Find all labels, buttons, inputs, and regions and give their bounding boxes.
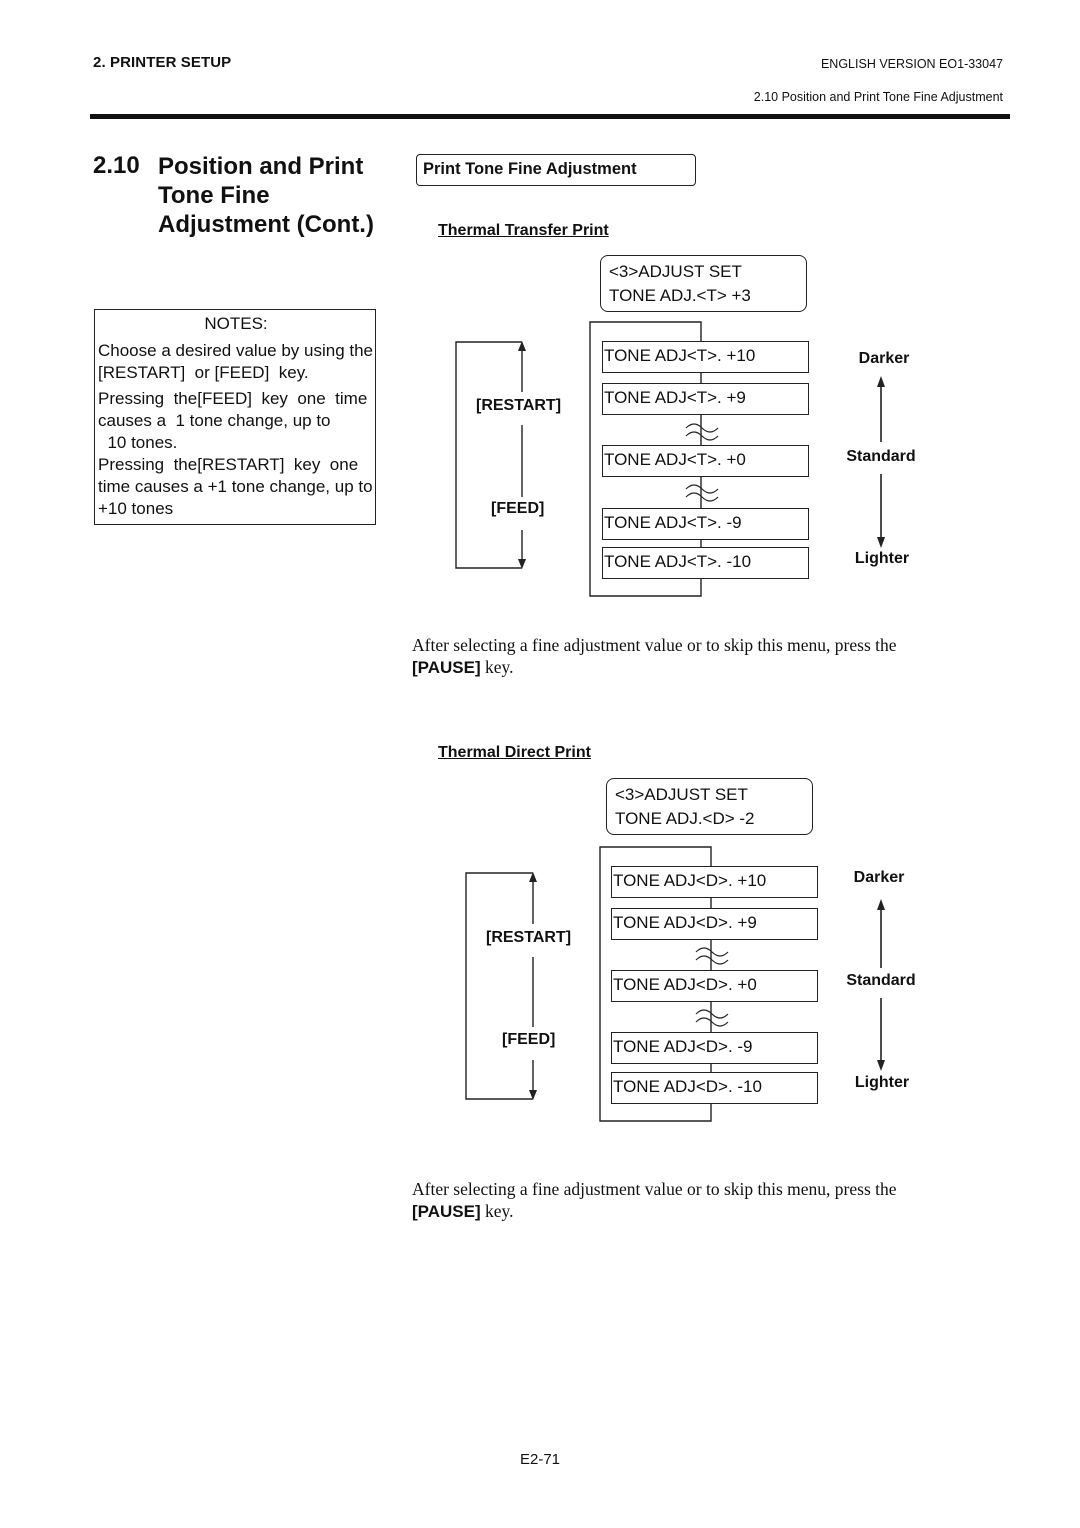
- scale-label-standard: Standard: [846, 972, 916, 989]
- key-loop-transfer: [455, 341, 523, 569]
- scale-label-lighter: Lighter: [854, 550, 910, 567]
- tone-value-box: TONE ADJ<T>. -9: [602, 508, 809, 540]
- arrow-down-icon: [877, 537, 885, 548]
- diagram-lines: [455, 321, 885, 1122]
- arrow-down-icon: [877, 1060, 885, 1071]
- tone-value-box: TONE ADJ<D>. +10: [611, 866, 818, 898]
- tone-value-box: TONE ADJ<D>. -9: [611, 1032, 818, 1064]
- scale-label-darker: Darker: [853, 869, 905, 886]
- instruction-tail: key.: [480, 657, 514, 677]
- lcd-line: <3>ADJUST SET: [615, 785, 748, 804]
- scale-label-lighter: Lighter: [854, 1074, 910, 1091]
- instruction-paragraph: After selecting a fine adjustment value …: [412, 634, 1003, 679]
- tone-value-box: TONE ADJ<T>. +0: [602, 445, 809, 477]
- lcd-line: TONE ADJ.<D> -2: [615, 809, 755, 828]
- tone-value-box: TONE ADJ<D>. +0: [611, 970, 818, 1002]
- scale-label-standard: Standard: [846, 448, 916, 465]
- instruction-paragraph: After selecting a fine adjustment value …: [412, 1178, 1003, 1223]
- arrow-up-icon: [877, 899, 885, 910]
- restart-key-label: [RESTART]: [476, 395, 562, 417]
- tone-value-box: TONE ADJ<D>. -10: [611, 1072, 818, 1104]
- instruction-tail: key.: [480, 1201, 514, 1221]
- tone-value-box: TONE ADJ<D>. +9: [611, 908, 818, 940]
- tone-value-box: TONE ADJ<T>. +9: [602, 383, 809, 415]
- lcd-display-direct: <3>ADJUST SET TONE ADJ.<D> -2: [606, 778, 813, 835]
- diagram-heading-direct: Thermal Direct Print: [438, 744, 591, 761]
- scale-label-darker: Darker: [858, 350, 910, 367]
- tone-value-box: TONE ADJ<T>. -10: [602, 547, 809, 579]
- key-loop-direct: [465, 872, 534, 1100]
- pause-key-label: [PAUSE]: [412, 658, 481, 677]
- feed-key-label: [FEED]: [491, 498, 545, 520]
- tone-value-box: TONE ADJ<T>. +10: [602, 341, 809, 373]
- instruction-text: After selecting a fine adjustment value …: [412, 635, 897, 655]
- restart-key-label: [RESTART]: [486, 927, 572, 949]
- pause-key-label: [PAUSE]: [412, 1202, 481, 1221]
- feed-key-label: [FEED]: [502, 1029, 556, 1051]
- arrow-up-icon: [877, 376, 885, 387]
- page-number: E2-71: [520, 1451, 561, 1468]
- instruction-text: After selecting a fine adjustment value …: [412, 1179, 897, 1199]
